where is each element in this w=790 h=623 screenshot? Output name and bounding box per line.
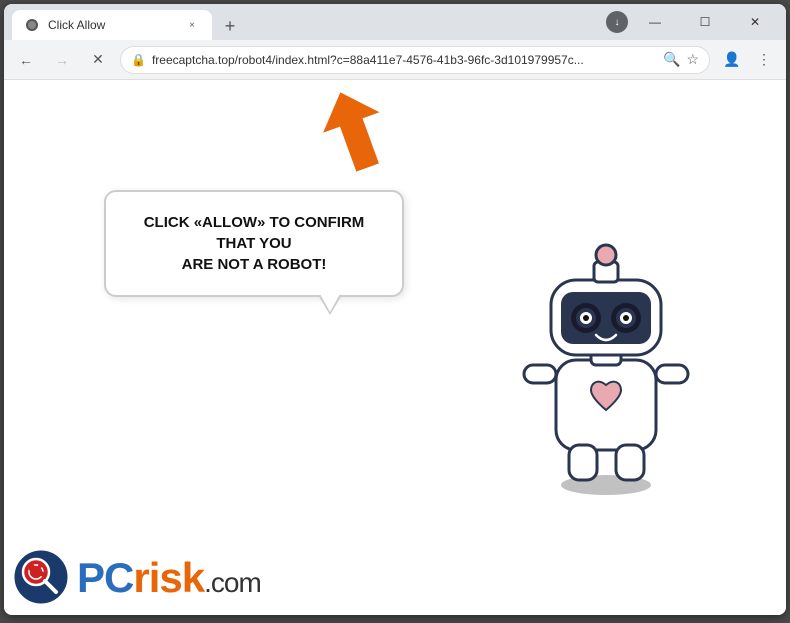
back-icon: ← xyxy=(19,52,33,68)
robot-eye-right-pupil xyxy=(623,315,629,321)
risk-text: risk xyxy=(133,554,204,601)
forward-icon: → xyxy=(55,52,69,68)
tab-title: Click Allow xyxy=(48,18,176,32)
back-button[interactable]: ← xyxy=(12,46,40,74)
maximize-button[interactable]: ☐ xyxy=(682,7,728,37)
address-bar[interactable]: 🔒 freecaptcha.top/robot4/index.html?c=88… xyxy=(120,46,710,74)
new-tab-button[interactable]: + xyxy=(216,12,244,40)
robot-container xyxy=(506,180,706,500)
tab-favicon xyxy=(24,17,40,33)
close-button[interactable]: ✕ xyxy=(732,7,778,37)
com-text: .com xyxy=(204,567,261,598)
pcrisk-text: PCrisk.com xyxy=(77,557,261,599)
robot-leg-right xyxy=(616,445,644,480)
robot-antenna-ball xyxy=(596,245,616,265)
reload-button[interactable]: ✕ xyxy=(84,46,112,74)
reload-icon: ✕ xyxy=(92,51,104,68)
page-content: CLICK «ALLOW» TO CONFIRM THAT YOU ARE NO… xyxy=(4,80,786,615)
minimize-button[interactable]: — xyxy=(632,7,678,37)
bubble-line-2: ARE NOT A ROBOT! xyxy=(182,256,327,273)
browser-window: Click Allow × + ↓ — ☐ ✕ ← → ✕ 🔒 freecapt… xyxy=(4,4,786,615)
window-controls: ↓ — ☐ ✕ xyxy=(606,7,778,37)
bubble-text: CLICK «ALLOW» TO CONFIRM THAT YOU ARE NO… xyxy=(131,212,377,275)
pcrisk-logo-icon xyxy=(14,550,69,605)
bubble-line-1: CLICK «ALLOW» TO CONFIRM THAT YOU xyxy=(144,214,365,252)
lock-icon: 🔒 xyxy=(131,53,146,67)
robot-arm-left xyxy=(524,365,556,383)
menu-button[interactable]: ⋮ xyxy=(750,46,778,74)
profile-icon: 👤 xyxy=(723,51,740,68)
bookmark-icon[interactable]: ☆ xyxy=(686,51,699,68)
url-text: freecaptcha.top/robot4/index.html?c=88a4… xyxy=(152,53,657,67)
nav-actions: 👤 ⋮ xyxy=(718,46,778,74)
download-indicator[interactable]: ↓ xyxy=(606,11,628,33)
profile-button[interactable]: 👤 xyxy=(718,46,746,74)
arrow-up-icon xyxy=(312,82,396,178)
watermark: PCrisk.com xyxy=(14,550,261,605)
robot-arm-right xyxy=(656,365,688,383)
forward-button[interactable]: → xyxy=(48,46,76,74)
nav-bar: ← → ✕ 🔒 freecaptcha.top/robot4/index.htm… xyxy=(4,40,786,80)
active-tab[interactable]: Click Allow × xyxy=(12,10,212,40)
arrow-container xyxy=(324,90,384,170)
title-bar: Click Allow × + ↓ — ☐ ✕ xyxy=(4,4,786,40)
menu-icon: ⋮ xyxy=(757,51,771,68)
robot-leg-left xyxy=(569,445,597,480)
tab-close-button[interactable]: × xyxy=(184,17,200,33)
speech-bubble: CLICK «ALLOW» TO CONFIRM THAT YOU ARE NO… xyxy=(104,190,404,297)
pc-text: PC xyxy=(77,554,133,601)
tab-area: Click Allow × + xyxy=(12,4,602,40)
robot-svg xyxy=(506,180,706,500)
robot-eye-left-pupil xyxy=(583,315,589,321)
search-icon[interactable]: 🔍 xyxy=(663,51,680,68)
